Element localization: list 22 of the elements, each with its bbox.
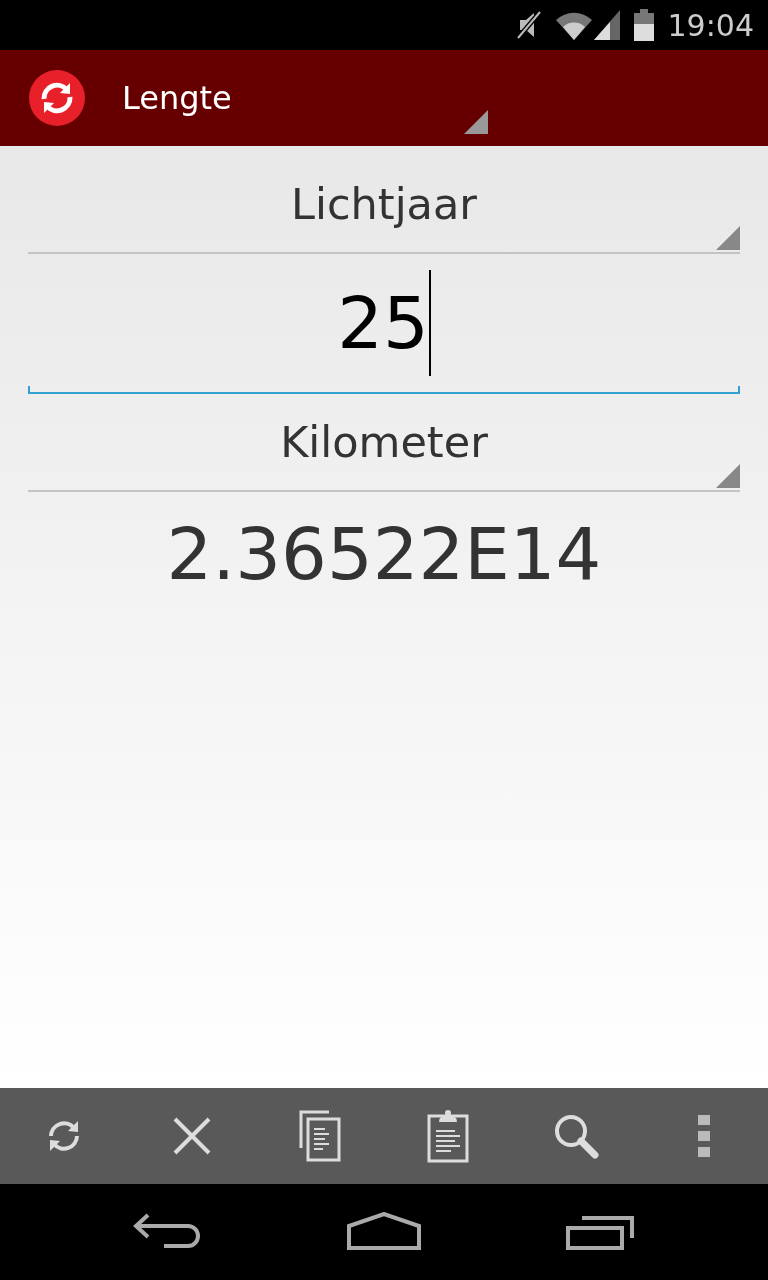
overflow-menu-icon[interactable] bbox=[698, 1115, 710, 1157]
dropdown-triangle-icon bbox=[716, 464, 740, 488]
battery-icon bbox=[633, 9, 654, 41]
muted-speaker-icon bbox=[515, 10, 542, 40]
close-icon[interactable] bbox=[173, 1117, 211, 1155]
refresh-icon[interactable] bbox=[47, 1118, 81, 1154]
number-input-field[interactable]: 25 bbox=[28, 254, 740, 394]
result-value: 2.36522E14 bbox=[165, 511, 603, 598]
recent-apps-icon[interactable] bbox=[565, 1214, 636, 1250]
category-title[interactable]: Lengte bbox=[122, 74, 232, 122]
refresh-logo-icon[interactable] bbox=[28, 69, 86, 127]
from-unit-dropdown[interactable]: Lichtjaar bbox=[28, 156, 740, 254]
dropdown-triangle-icon bbox=[464, 110, 488, 134]
dropdown-triangle-icon bbox=[716, 226, 740, 250]
wifi-icon bbox=[555, 12, 592, 40]
signal-icon bbox=[593, 10, 620, 40]
search-icon[interactable] bbox=[553, 1113, 599, 1159]
clock-time: 19:04 bbox=[667, 6, 754, 45]
paste-icon[interactable] bbox=[427, 1109, 469, 1163]
to-unit-dropdown[interactable]: Kilometer bbox=[28, 394, 740, 492]
copy-icon[interactable] bbox=[299, 1110, 341, 1162]
home-icon[interactable] bbox=[347, 1212, 421, 1252]
